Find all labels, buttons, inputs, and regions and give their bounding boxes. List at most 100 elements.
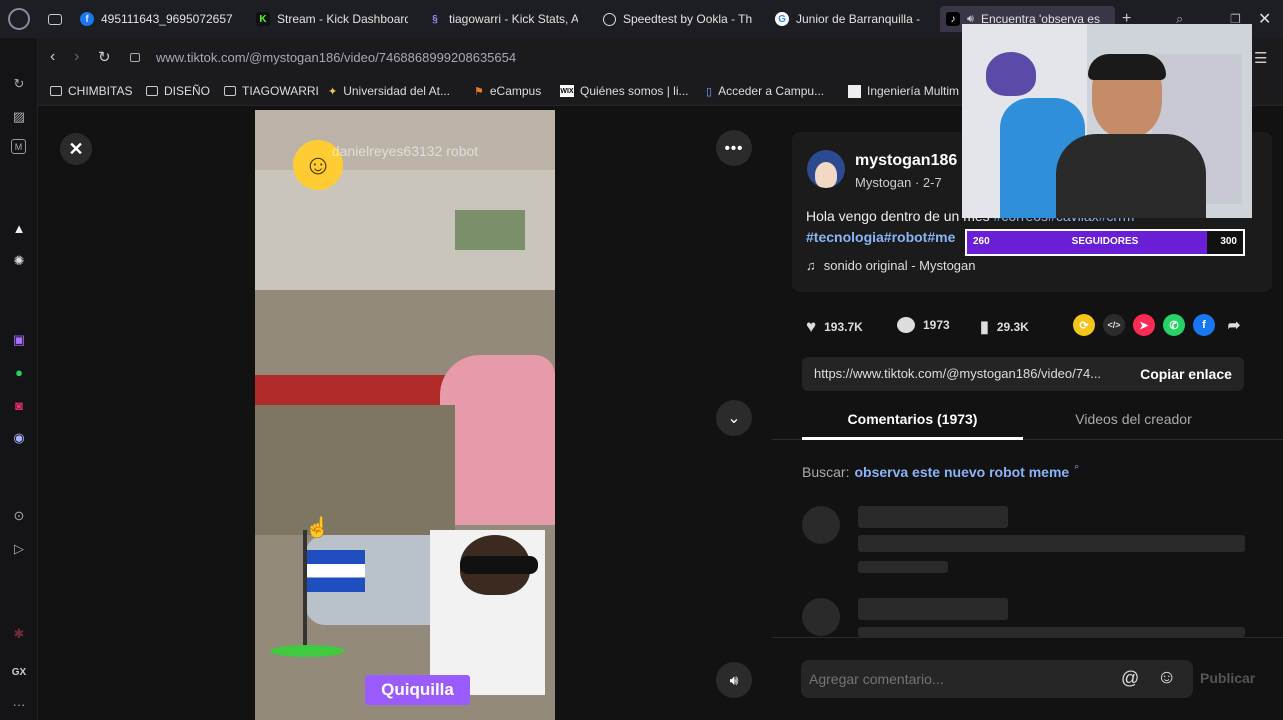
like-button[interactable]: ♥ 193.7K xyxy=(806,317,863,337)
next-video-button[interactable]: ⌄ xyxy=(716,400,752,436)
video-caption-overlay: Quiquilla xyxy=(365,675,470,705)
extension-icon[interactable]: ✱ xyxy=(9,624,29,644)
emoji-icon[interactable]: ☺ xyxy=(1157,667,1176,689)
notes-icon[interactable]: ▨ xyxy=(9,107,29,127)
folder-icon xyxy=(50,86,62,96)
related-search[interactable]: Buscar: observa este nuevo robot meme ⌕ xyxy=(802,461,1080,480)
aria-icon[interactable]: ▲ xyxy=(9,218,29,238)
close-window-button[interactable]: ✕ xyxy=(1258,6,1274,32)
more-options-button[interactable]: ••• xyxy=(716,130,752,166)
copy-link-box: https://www.tiktok.com/@mystogan186/vide… xyxy=(802,357,1244,391)
author-name-date: Mystogan · 2-7 xyxy=(855,175,942,190)
opera-logo-icon[interactable] xyxy=(8,8,30,30)
bookmark-tiagowarri[interactable]: TIAGOWARRI xyxy=(224,84,319,98)
sunglasses-icon xyxy=(460,556,538,574)
comment-icon xyxy=(897,317,915,333)
folder-icon xyxy=(224,86,236,96)
discord-icon[interactable]: ◉ xyxy=(9,428,29,448)
kick-icon: K xyxy=(256,12,270,26)
folder-icon xyxy=(146,86,158,96)
whatsapp-icon: ✆ xyxy=(1169,319,1179,332)
bookmark-chimbitas[interactable]: CHIMBITAS xyxy=(50,84,132,98)
reload-button[interactable]: ↻ xyxy=(98,48,111,66)
bookmark-diseno[interactable]: DISEÑO xyxy=(146,84,210,98)
forward-button[interactable]: › xyxy=(74,48,79,66)
send-to-friends-button[interactable]: ➤ xyxy=(1133,314,1155,336)
comment-button[interactable]: 1973 xyxy=(897,317,950,333)
active-tab-indicator xyxy=(802,437,1023,440)
code-icon: </> xyxy=(1107,320,1121,330)
author-handle[interactable]: mystogan186 xyxy=(855,152,957,170)
player-icon[interactable]: ⊙ xyxy=(9,506,29,526)
comment-skeleton-line xyxy=(858,561,948,573)
bookmark-ecampus[interactable]: ⚑ eCampus xyxy=(474,84,541,98)
tab-facebook[interactable]: f 495111643_9695072657 xyxy=(80,6,235,32)
whatsapp-icon[interactable]: ● xyxy=(9,362,29,382)
followers-label: SEGUIDORES xyxy=(1071,236,1139,247)
facebook-icon: f xyxy=(1202,319,1206,331)
speed-dial-icon[interactable]: ↻ xyxy=(9,74,29,94)
address-bar[interactable]: www.tiktok.com/@mystogan186/video/746886… xyxy=(156,50,516,65)
tab-kick-stats[interactable]: § tiagowarri - Kick Stats, A xyxy=(428,6,578,32)
mention-icon[interactable]: @ xyxy=(1121,668,1139,689)
whatsapp-share-button[interactable]: ✆ xyxy=(1163,314,1185,336)
tab-creator-videos[interactable]: Videos del creador xyxy=(1023,411,1244,427)
bookmark-acceder[interactable]: ▯ Acceder a Campu... xyxy=(706,84,824,98)
tab-kick-dashboard[interactable]: K Stream - Kick Dashboard xyxy=(256,6,408,32)
video-robot xyxy=(255,405,455,535)
followers-goal-bar: 260 SEGUIDORES 300 xyxy=(965,229,1245,256)
video-player[interactable]: ☺ danielreyes63132 robot Quiquilla ☝ xyxy=(255,110,555,720)
avatar[interactable] xyxy=(807,150,845,188)
close-video-button[interactable]: ✕ xyxy=(60,133,92,165)
repost-icon: ⟳ xyxy=(1079,319,1089,332)
facebook-icon: f xyxy=(80,12,94,26)
twitch-icon[interactable]: ▣ xyxy=(9,330,29,350)
video-woman xyxy=(440,355,555,525)
search-icon: ⌕ xyxy=(1074,461,1080,471)
share-arrow-icon: ➦ xyxy=(1227,317,1241,334)
embed-button[interactable]: </> xyxy=(1103,314,1125,336)
chatgpt-icon[interactable]: ✺ xyxy=(9,251,29,271)
volume-icon: 🔊︎ xyxy=(729,671,739,688)
wix-icon: WIX xyxy=(560,85,574,97)
mail-icon[interactable]: M xyxy=(11,139,26,154)
more-icon[interactable]: ··· xyxy=(9,694,29,714)
volume-button[interactable]: 🔊︎ xyxy=(716,662,752,698)
menu-icon[interactable]: ☰ xyxy=(1254,49,1267,67)
video-link-text[interactable]: https://www.tiktok.com/@mystogan186/vide… xyxy=(814,366,1124,381)
back-button[interactable]: ‹ xyxy=(50,48,55,66)
bookmark-ingenieria[interactable]: Ingeniería Multim xyxy=(848,84,959,98)
bookmark-quienes[interactable]: WIX Quiénes somos | li... xyxy=(560,84,689,98)
bookmark-universidad[interactable]: ✦ Universidad del At... xyxy=(328,84,450,98)
save-button[interactable]: ▮ 29.3K xyxy=(980,317,1029,337)
tab-workspace-icon[interactable] xyxy=(48,6,66,32)
sound-link[interactable]: ♫ sonido original - Mystogan xyxy=(806,258,976,273)
caption-hashtags-line2[interactable]: #tecnologia#robot#me xyxy=(806,229,955,245)
campus-icon: ▯ xyxy=(706,85,713,98)
tab-speedtest[interactable]: Speedtest by Ookla - Th xyxy=(603,6,753,32)
tab-junior[interactable]: G Junior de Barranquilla - xyxy=(775,6,925,32)
send-icon[interactable]: ▷ xyxy=(9,539,29,559)
repost-button[interactable]: ⟳ xyxy=(1073,314,1095,336)
document-icon xyxy=(848,84,861,98)
gx-icon[interactable]: GX xyxy=(9,662,29,682)
comment-input[interactable] xyxy=(809,668,1109,690)
comment-skeleton-avatar xyxy=(802,506,840,544)
copy-link-button[interactable]: Copiar enlace xyxy=(1128,357,1244,391)
music-note-icon: ♫ xyxy=(806,258,816,273)
more-icon: ••• xyxy=(724,139,744,157)
share-more-button[interactable]: ➦ xyxy=(1223,314,1245,336)
chevron-down-icon: ⌄ xyxy=(727,410,741,427)
bookmark-label: Quiénes somos | li... xyxy=(580,84,689,98)
facebook-share-button[interactable]: f xyxy=(1193,314,1215,336)
search-query-link[interactable]: observa este nuevo robot meme xyxy=(854,464,1069,480)
instagram-icon[interactable]: ◙ xyxy=(9,395,29,415)
tab-comments[interactable]: Comentarios (1973) xyxy=(802,411,1023,427)
publish-button[interactable]: Publicar xyxy=(1200,670,1255,686)
bookmark-label: Acceder a Campu... xyxy=(718,84,825,98)
send-icon: ➤ xyxy=(1139,319,1149,332)
gengar-sticker-icon xyxy=(986,52,1036,96)
video-watermark: danielreyes63132 robot xyxy=(331,143,479,159)
streamer-shirt xyxy=(1056,134,1206,218)
reload-icon: ↻ xyxy=(98,49,111,66)
